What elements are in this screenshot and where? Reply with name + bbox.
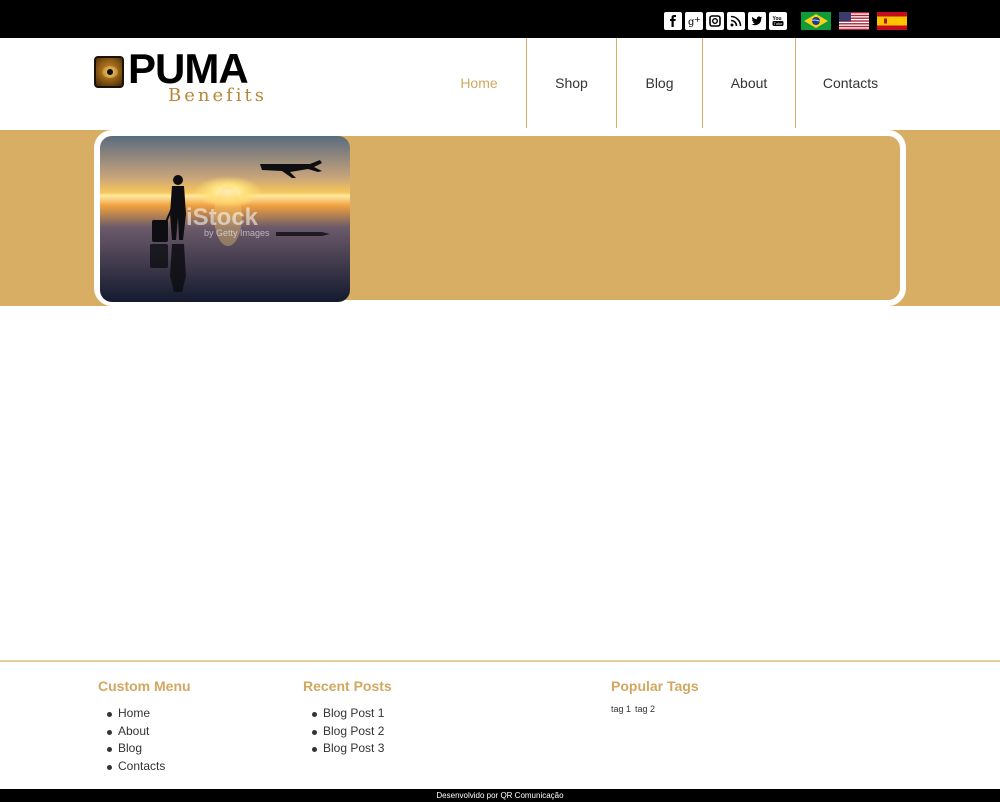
usa-flag-icon[interactable] [839,12,869,30]
list-item: Blog Post 1 [303,705,392,723]
custom-menu-home-link[interactable]: Home [118,706,150,720]
tag-cloud: tag 1 tag 2 [611,704,699,714]
top-bar: g + You Tube [0,0,1000,38]
puma-eye-icon [94,56,124,88]
main-nav: Home Shop Blog About Contacts [432,38,905,128]
popular-tags-title: Popular Tags [611,678,699,694]
header: PUMA Benefits Home Shop Blog About Conta… [0,38,1000,130]
nav-shop[interactable]: Shop [526,38,616,128]
recent-posts-title: Recent Posts [303,678,392,694]
instagram-icon[interactable] [706,12,724,30]
svg-text:Tube: Tube [774,21,784,26]
nav-home[interactable]: Home [432,38,526,128]
rss-icon[interactable] [727,12,745,30]
language-flags [801,12,907,30]
credits-bar: Desenvolvido por QR Comunicação [0,789,1000,802]
banner-frame: iStock by Getty Images [94,130,906,306]
list-item: Blog Post 3 [303,740,392,758]
footer-popular-tags: Popular Tags tag 1 tag 2 [611,678,699,714]
tag-link[interactable]: tag 1 [611,704,631,714]
custom-menu-about-link[interactable]: About [118,724,149,738]
brazil-flag-icon[interactable] [801,12,831,30]
nav-blog[interactable]: Blog [616,38,702,128]
social-links: g + You Tube [664,12,787,30]
footer-custom-menu: Custom Menu Home About Blog Contacts [98,678,191,775]
youtube-icon[interactable]: You Tube [769,12,787,30]
custom-menu-blog-link[interactable]: Blog [118,741,142,755]
recent-post-link[interactable]: Blog Post 2 [323,724,384,738]
spain-flag-icon[interactable] [877,12,907,30]
recent-post-link[interactable]: Blog Post 3 [323,741,384,755]
photo-watermark-sub: by Getty Images [204,228,270,238]
footer-recent-posts: Recent Posts Blog Post 1 Blog Post 2 Blo… [303,678,392,758]
custom-menu-contacts-link[interactable]: Contacts [118,759,165,773]
nav-contacts[interactable]: Contacts [795,38,905,128]
banner-band: iStock by Getty Images [0,130,1000,306]
logo-subtitle: Benefits [168,85,268,106]
footer-divider [0,660,1000,662]
logo-name: PUMA [128,45,249,92]
credits-text[interactable]: Desenvolvido por QR Comunicação [436,791,563,800]
list-item: Home [98,705,191,723]
google-plus-icon[interactable]: g + [685,12,703,30]
twitter-icon[interactable] [748,12,766,30]
tag-link[interactable]: tag 2 [635,704,655,714]
banner-photo: iStock by Getty Images [100,136,350,302]
facebook-icon[interactable] [664,12,682,30]
list-item: Blog Post 2 [303,723,392,741]
recent-post-link[interactable]: Blog Post 1 [323,706,384,720]
site-logo[interactable]: PUMA Benefits [94,48,284,110]
custom-menu-title: Custom Menu [98,678,191,694]
nav-about[interactable]: About [702,38,795,128]
svg-text:+: + [694,15,701,24]
list-item: Contacts [98,758,191,776]
list-item: Blog [98,740,191,758]
list-item: About [98,723,191,741]
